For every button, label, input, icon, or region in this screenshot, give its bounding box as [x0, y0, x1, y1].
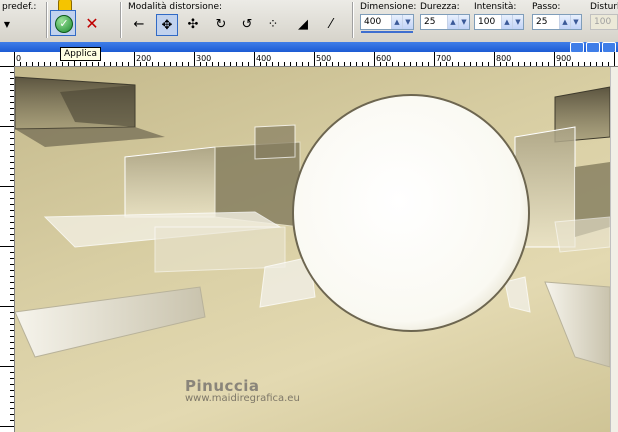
spin-icon[interactable]: ▲ — [501, 15, 512, 29]
ruler-label: 200 — [136, 54, 152, 63]
ruler-label: 800 — [496, 54, 512, 63]
horizontal-ruler: 0 100 200 300 400 500 600 700 800 900 — [14, 52, 618, 67]
intensity-value: 100 — [478, 17, 496, 27]
size-spinner[interactable]: 400 ▲ ▼ — [360, 14, 414, 33]
spin-icon[interactable]: ▲ — [559, 15, 570, 29]
noise-label: Disturb — [590, 2, 618, 12]
spin-icon[interactable]: ▲ — [447, 15, 458, 29]
size-slider-bar[interactable] — [361, 31, 413, 33]
step-spinner[interactable]: 25 ▲ ▼ — [532, 14, 582, 30]
expand-mode-icon[interactable]: ✥ — [156, 14, 178, 36]
twirl-left-icon[interactable]: ↺ — [236, 14, 258, 36]
separator — [120, 2, 122, 38]
x-icon: ✕ — [85, 14, 99, 33]
ruler-label: 600 — [376, 54, 392, 63]
preset-label: predef.: — [2, 2, 37, 12]
ruler-label: 900 — [556, 54, 572, 63]
noise-mode-icon[interactable]: ⁘ — [262, 14, 284, 36]
push-mode-icon[interactable]: ← — [128, 14, 150, 36]
watermark: Pinuccia www.maidiregrafica.eu — [185, 377, 300, 404]
watermark-site: www.maidiregrafica.eu — [185, 393, 300, 404]
preset-dropdown-icon[interactable]: ▼ — [0, 14, 18, 36]
check-icon: ✓ — [55, 15, 73, 33]
ruler-label: 300 — [196, 54, 212, 63]
apply-button[interactable]: ✓ — [50, 10, 76, 36]
ruler-label: 500 — [316, 54, 332, 63]
step-value: 25 — [536, 17, 548, 27]
white-circle-shape — [292, 94, 530, 332]
vertical-ruler — [0, 66, 15, 432]
brush-mode-icon[interactable]: ⁄ — [320, 14, 342, 36]
window-buttons — [570, 42, 616, 53]
apply-tooltip: Applica — [60, 47, 102, 61]
tool-options-toolbar: predef.: ▼ ✓ ✕ Modalità distorsione: ← ✥… — [0, 0, 618, 43]
noise-value: 100 — [594, 17, 612, 27]
ruler-label: 700 — [436, 54, 452, 63]
dropdown-icon[interactable]: ▼ — [512, 15, 523, 29]
dropdown-icon[interactable]: ▼ — [570, 15, 581, 29]
spin-down-icon[interactable]: ▲ — [391, 15, 402, 29]
size-label: Dimensione: — [360, 2, 417, 12]
dropdown-icon[interactable]: ▼ — [458, 15, 469, 29]
left-cube-cluster — [15, 76, 316, 358]
step-label: Passo: — [532, 2, 561, 12]
canvas-artwork — [15, 76, 610, 368]
contract-mode-icon[interactable]: ✣ — [182, 14, 204, 36]
vertical-scrollbar[interactable] — [610, 67, 618, 432]
ruler-ticks — [0, 66, 14, 427]
cancel-button[interactable]: ✕ — [82, 14, 102, 34]
ruler-label: 400 — [256, 54, 272, 63]
hardness-value: 25 — [424, 17, 436, 27]
dropdown-icon[interactable]: ▼ — [402, 15, 413, 29]
eraser-mode-icon[interactable]: ◢ — [292, 14, 314, 36]
intensity-spinner[interactable]: 100 ▲ ▼ — [474, 14, 524, 30]
size-value: 400 — [364, 17, 382, 27]
intensity-label: Intensità: — [474, 2, 517, 12]
twirl-right-icon[interactable]: ↻ — [210, 14, 232, 36]
separator — [352, 2, 354, 38]
ruler-label: 0 — [16, 54, 22, 63]
noise-spinner: 100 — [590, 14, 618, 30]
image-canvas[interactable]: Pinuccia www.maidiregrafica.eu — [15, 67, 610, 432]
separator — [46, 2, 48, 38]
hardness-label: Durezza: — [420, 2, 460, 12]
ruler-corner — [0, 52, 15, 67]
hardness-spinner[interactable]: 25 ▲ ▼ — [420, 14, 470, 30]
distortion-mode-label: Modalità distorsione: — [128, 2, 223, 12]
